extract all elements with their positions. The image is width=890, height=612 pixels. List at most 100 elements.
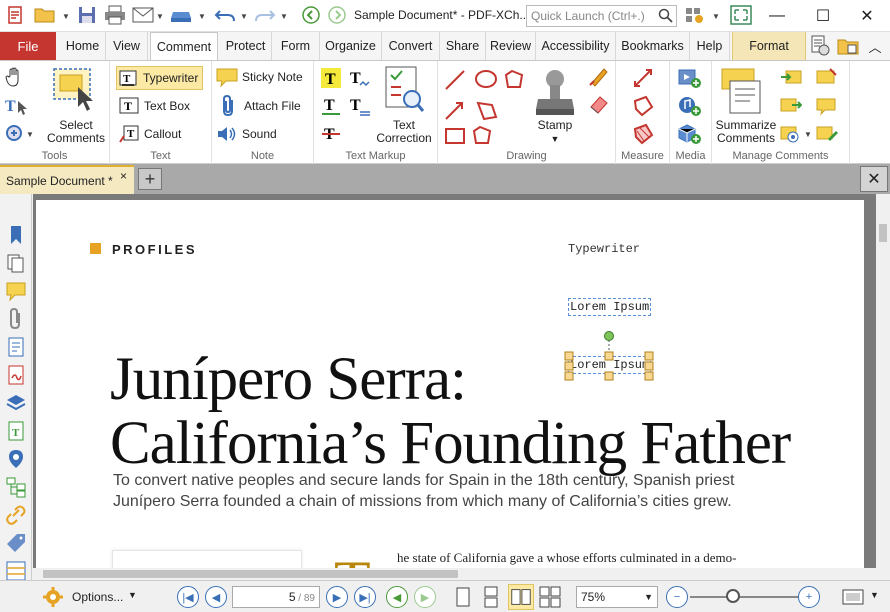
open-folder-icon-right[interactable]	[836, 34, 860, 58]
tags-icon[interactable]	[5, 532, 27, 554]
stamp-icon[interactable]	[532, 67, 578, 119]
flatten-comments-icon[interactable]	[816, 67, 838, 89]
forward-icon[interactable]	[326, 4, 348, 26]
zoom-select[interactable]: 75% ▼	[576, 586, 658, 608]
horizontal-scroll-thumb[interactable]	[43, 570, 458, 578]
select-comments-button[interactable]: Select Comments	[44, 119, 108, 145]
tab-bookmarks[interactable]: Bookmarks	[616, 32, 690, 60]
statusbar-dropdown-icon[interactable]: ▼	[870, 590, 879, 600]
options-gear-icon[interactable]	[42, 586, 68, 608]
replace-text-icon[interactable]: T	[348, 95, 372, 117]
redo-dropdown-icon[interactable]: ▼	[280, 12, 288, 21]
zoom-tool-icon[interactable]: ▼	[4, 123, 34, 145]
comments-list-icon[interactable]	[816, 95, 838, 117]
zoom-out-icon[interactable]: −	[666, 586, 688, 608]
destinations-icon[interactable]	[5, 448, 27, 470]
tags-pane-icon[interactable]: T	[5, 420, 27, 442]
quick-launch-input[interactable]: Quick Launch (Ctrl+.)	[526, 5, 677, 27]
back-icon[interactable]	[300, 4, 322, 26]
attach-file-button[interactable]: Attach File	[218, 95, 301, 117]
tab-convert[interactable]: Convert	[382, 32, 440, 60]
undo-dropdown-icon[interactable]: ▼	[240, 12, 248, 21]
customize-toolbar-icon[interactable]	[684, 4, 706, 26]
options-dropdown-icon[interactable]: ▼	[128, 590, 137, 600]
measure-perimeter-icon[interactable]	[632, 95, 654, 117]
summarize-comments-button[interactable]: Summarize Comments	[712, 119, 780, 145]
content-pane-icon[interactable]	[5, 336, 27, 358]
zoom-slider[interactable]	[690, 596, 800, 598]
undo-icon[interactable]	[214, 4, 236, 26]
select-comments-icon[interactable]	[50, 67, 100, 115]
tab-help[interactable]: Help	[690, 32, 730, 60]
tab-format[interactable]: Format	[732, 32, 806, 60]
import-comments-icon[interactable]	[780, 67, 802, 89]
close-button[interactable]: ✕	[844, 0, 890, 32]
typewriter-button[interactable]: T Typewriter	[116, 66, 204, 90]
document-properties-icon[interactable]	[808, 34, 832, 58]
tab-protect[interactable]: Protect	[220, 32, 272, 60]
callout-button[interactable]: T Callout	[118, 123, 181, 145]
strikeout-text-icon[interactable]: T	[320, 123, 342, 145]
tab-comment[interactable]: Comment	[150, 32, 218, 61]
fullscreen-mode-icon[interactable]	[842, 589, 864, 605]
measure-distance-icon[interactable]	[632, 67, 654, 89]
underline-text-icon[interactable]: T	[320, 95, 342, 117]
hand-tool-icon[interactable]	[4, 66, 26, 88]
email-icon[interactable]	[132, 4, 154, 26]
scan-dropdown-icon[interactable]: ▼	[198, 12, 206, 21]
pdf-page[interactable]: PROFILES Typewriter Lorem Ipsum Lorem Ip…	[36, 200, 864, 570]
continuous-page-icon[interactable]	[480, 586, 502, 608]
pencil-icon[interactable]	[588, 65, 610, 87]
summarize-comments-icon[interactable]	[720, 67, 770, 115]
document-tab[interactable]: Sample Document * ×	[0, 165, 134, 194]
zoom-slider-knob[interactable]	[726, 589, 740, 603]
tab-home[interactable]: Home	[60, 32, 106, 60]
close-document-icon[interactable]: ✕	[860, 166, 888, 192]
stamp-dropdown-icon[interactable]: ▼	[532, 133, 578, 146]
signatures-icon[interactable]	[5, 364, 27, 386]
tab-accessibility[interactable]: Accessibility	[536, 32, 616, 60]
fields-icon[interactable]	[5, 560, 27, 582]
prev-page-icon[interactable]: ◀	[205, 586, 227, 608]
redo-icon[interactable]	[254, 4, 276, 26]
text-correction-icon[interactable]	[382, 65, 426, 115]
zoom-dropdown-icon[interactable]: ▼	[644, 592, 653, 602]
options-button[interactable]: Options...	[72, 590, 123, 604]
single-page-icon[interactable]	[452, 586, 474, 608]
attachments-icon[interactable]	[5, 308, 27, 330]
fullscreen-icon[interactable]	[730, 4, 752, 26]
next-view-icon[interactable]: ▶	[414, 586, 436, 608]
maximize-button[interactable]: ☐	[800, 0, 846, 32]
next-page-icon[interactable]: ▶	[326, 586, 348, 608]
document-viewport[interactable]: PROFILES Typewriter Lorem Ipsum Lorem Ip…	[33, 194, 876, 570]
sticky-note-button[interactable]: Sticky Note	[216, 66, 303, 88]
export-comments-icon[interactable]	[780, 95, 802, 117]
typewriter-annotation-1[interactable]: Lorem Ipsum	[568, 298, 652, 316]
highlight-text-icon[interactable]: T	[320, 67, 342, 89]
comments-pane-icon[interactable]	[5, 280, 27, 302]
show-comments-icon[interactable]: ▼	[780, 123, 814, 145]
search-icon[interactable]	[658, 8, 674, 24]
video-icon[interactable]	[678, 67, 702, 89]
thumbnails-icon[interactable]	[5, 252, 27, 274]
squiggly-text-icon[interactable]: T	[348, 67, 372, 89]
open-dropdown-icon[interactable]: ▼	[62, 12, 70, 21]
sound-button[interactable]: Sound	[216, 123, 277, 145]
open-folder-icon[interactable]	[34, 4, 56, 26]
text-box-button[interactable]: T Text Box	[118, 95, 190, 117]
print-icon[interactable]	[104, 4, 126, 26]
select-text-icon[interactable]: T	[4, 95, 30, 117]
tab-organize[interactable]: Organize	[320, 32, 382, 60]
save-icon[interactable]	[76, 4, 98, 26]
vertical-scrollbar[interactable]	[876, 194, 890, 570]
minimize-button[interactable]: —	[754, 0, 800, 32]
comment-styles-icon[interactable]	[816, 123, 838, 145]
tab-review[interactable]: Review	[486, 32, 536, 60]
tab-form[interactable]: Form	[272, 32, 320, 60]
structure-icon[interactable]	[5, 476, 27, 498]
drawing-shapes-icons[interactable]	[444, 67, 534, 147]
typewriter-annotation-label[interactable]: Typewriter	[568, 242, 640, 256]
tab-view[interactable]: View	[106, 32, 148, 60]
new-tab-button[interactable]: +	[138, 168, 162, 190]
audio-icon[interactable]	[678, 95, 702, 117]
